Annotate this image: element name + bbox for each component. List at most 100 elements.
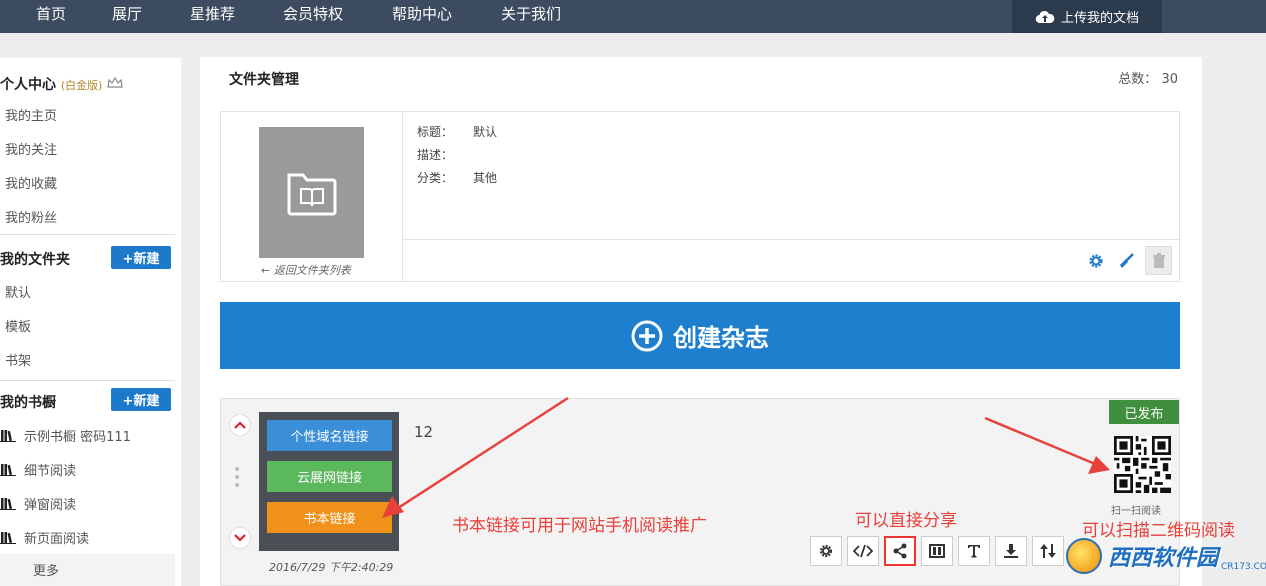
download-icon — [1004, 544, 1018, 558]
status-badge: 已发布 — [1109, 400, 1179, 424]
folder-delete-button[interactable] — [1145, 246, 1172, 275]
sidebar-item-following[interactable]: 我的关注 — [5, 139, 57, 158]
books-icon — [0, 498, 16, 510]
sort-button[interactable] — [1032, 536, 1064, 566]
create-magazine-button[interactable]: 创建杂志 — [220, 302, 1180, 369]
folders-title: 我的文件夹 — [0, 252, 70, 268]
folder-settings-button[interactable] — [1085, 250, 1107, 272]
book-link-button[interactable]: 书本链接 — [267, 502, 392, 533]
page-title: 文件夹管理 — [229, 72, 299, 88]
sidebar-item-folder-default[interactable]: 默认 — [5, 282, 31, 301]
watermark-sub: CR173.COM — [1221, 562, 1266, 572]
book-action-toolbar — [810, 536, 1064, 566]
broom-icon — [1120, 253, 1134, 268]
title-label: 标题： — [417, 125, 454, 139]
custom-domain-link-button[interactable]: 个性域名链接 — [267, 420, 392, 451]
shelf-label: 弹窗阅读 — [24, 498, 77, 513]
divider — [0, 234, 175, 235]
platinum-badge: (白金版) — [60, 79, 103, 92]
folder-card: ← 返回文件夹列表 标题： 默认 描述： 分类： 其他 — [220, 111, 1180, 282]
sidebar-item-homepage[interactable]: 我的主页 — [5, 105, 57, 124]
folder-category-row: 分类： 其他 — [417, 169, 497, 186]
book-cover: 个性域名链接 云展网链接 书本链接 — [259, 412, 399, 551]
total-value: 30 — [1161, 72, 1178, 87]
category-label: 分类： — [417, 171, 454, 185]
folder-book-icon — [287, 173, 337, 216]
crown-icon — [107, 76, 124, 88]
text-icon — [968, 545, 980, 558]
share-button[interactable] — [884, 536, 916, 566]
nav-membership[interactable]: 会员特权 — [283, 0, 343, 33]
upload-document-button[interactable]: 上传我的文档 — [1012, 0, 1162, 33]
code-icon — [853, 544, 873, 558]
arrow-left-icon: ← — [261, 264, 271, 277]
move-down-button[interactable] — [229, 527, 251, 549]
watermark: 西西软件园 CR173.COM — [1066, 535, 1266, 577]
book-title[interactable]: 12 — [414, 423, 433, 441]
nav-gallery[interactable]: 展厅 — [112, 0, 142, 33]
plus-circle-icon — [631, 320, 663, 351]
gear-icon — [1089, 254, 1103, 268]
more-shelves[interactable]: 更多 — [0, 554, 175, 586]
move-up-button[interactable] — [229, 414, 251, 436]
nav-home[interactable]: 首页 — [36, 0, 66, 33]
qr-code[interactable] — [1114, 436, 1171, 493]
share-icon — [893, 543, 907, 559]
back-to-folders-link[interactable]: ← 返回文件夹列表 — [261, 262, 351, 278]
annotation-share: 可以直接分享 — [855, 511, 957, 531]
annotation-book-link: 书本链接可用于网站手机阅读推广 — [452, 516, 707, 536]
trash-icon — [1152, 252, 1165, 268]
qr-label: 扫一扫阅读 — [1111, 506, 1161, 517]
text-edit-button[interactable] — [958, 536, 990, 566]
folder-info: 标题： 默认 描述： 分类： 其他 — [402, 112, 1180, 281]
new-shelf-button[interactable]: +新建 — [111, 388, 171, 411]
nav-about[interactable]: 关于我们 — [501, 0, 561, 33]
cloud-link-button[interactable]: 云展网链接 — [267, 461, 392, 492]
create-label: 创建杂志 — [673, 324, 769, 352]
sidebar-item-fans[interactable]: 我的粉丝 — [5, 207, 57, 226]
drag-handle[interactable] — [235, 467, 241, 491]
folder-title-row: 标题： 默认 — [417, 123, 497, 140]
books-icon — [0, 430, 16, 442]
sidebar-item-folder-template[interactable]: 模板 — [5, 316, 31, 335]
sidebar-item-shelf[interactable]: 弹窗阅读 — [0, 494, 76, 513]
watermark-logo-icon — [1066, 538, 1102, 574]
reader-mode-button[interactable] — [921, 536, 953, 566]
sidebar: 个人中心 (白金版) 我的主页 我的关注 我的收藏 我的粉丝 我的文件夹 +新建… — [0, 58, 181, 586]
sidebar-item-shelf[interactable]: 新页面阅读 — [0, 528, 89, 547]
total-label: 总数： — [1118, 72, 1158, 87]
shelf-label: 细节阅读 — [24, 464, 77, 479]
download-button[interactable] — [995, 536, 1027, 566]
folder-clean-button[interactable] — [1115, 250, 1137, 272]
sidebar-item-favorites[interactable]: 我的收藏 — [5, 173, 57, 192]
category-value: 其他 — [473, 171, 498, 185]
book-settings-button[interactable] — [810, 536, 842, 566]
new-folder-button[interactable]: +新建 — [111, 246, 171, 269]
sidebar-item-shelf[interactable]: 示例书橱 密码111 — [0, 426, 131, 445]
embed-code-button[interactable] — [847, 536, 879, 566]
upload-label: 上传我的文档 — [1060, 11, 1139, 26]
more-label: 更多 — [33, 564, 60, 579]
book-date: 2016/7/29 下午2:40:29 — [269, 561, 394, 574]
total-count: 总数： 30 — [1118, 68, 1178, 87]
divider — [0, 380, 175, 381]
divider — [403, 239, 1180, 240]
personal-center-title: 个人中心 (白金版) — [0, 74, 124, 94]
nav-help[interactable]: 帮助中心 — [392, 0, 452, 33]
books-icon — [0, 532, 16, 544]
top-navigation: 首页 展厅 星推荐 会员特权 帮助中心 关于我们 上传我的文档 — [0, 0, 1266, 33]
up-down-arrows-icon — [1040, 544, 1056, 558]
chevron-down-icon — [234, 534, 246, 542]
description-label: 描述： — [417, 148, 454, 162]
gear-icon — [819, 544, 833, 558]
book-open-icon — [929, 544, 945, 558]
books-icon — [0, 464, 16, 476]
shelves-title: 我的书橱 — [0, 395, 56, 411]
folder-description-row: 描述： — [417, 146, 453, 163]
chevron-up-icon — [234, 421, 246, 429]
sidebar-item-shelf[interactable]: 细节阅读 — [0, 460, 76, 479]
nav-recommend[interactable]: 星推荐 — [190, 0, 235, 33]
shelf-label: 示例书橱 密码111 — [24, 430, 131, 445]
sidebar-item-folder-bookshelf[interactable]: 书架 — [5, 350, 31, 369]
personal-title-text: 个人中心 — [0, 77, 56, 93]
